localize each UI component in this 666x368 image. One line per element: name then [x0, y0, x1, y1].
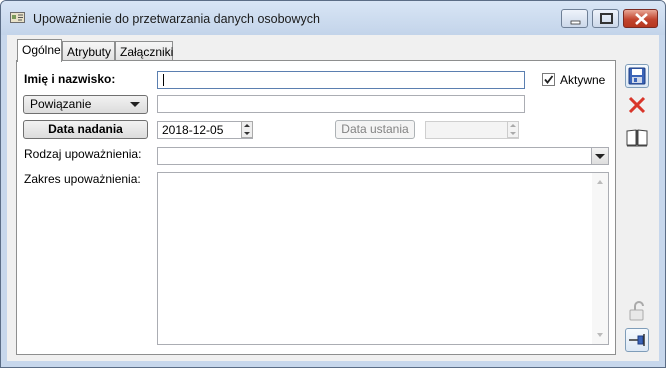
maximize-icon — [600, 13, 613, 24]
chevron-down-icon — [130, 102, 140, 107]
active-label: Aktywne — [560, 73, 606, 87]
minimize-button[interactable] — [561, 9, 588, 28]
expiry-date-input[interactable] — [425, 121, 519, 139]
grant-date-spinner-icon[interactable] — [241, 121, 253, 138]
type-dropdown-button[interactable] — [591, 148, 608, 164]
name-label: Imię i nazwisko: — [24, 72, 116, 86]
title-bar[interactable]: Upoważnienie do przetwarzania danych oso… — [1, 1, 665, 35]
lock-button[interactable] — [625, 299, 649, 323]
delete-button[interactable] — [625, 93, 649, 117]
close-icon — [635, 13, 648, 25]
save-button[interactable] — [625, 64, 649, 88]
text-cursor — [163, 74, 164, 86]
tab-attributes[interactable]: Atrybuty — [62, 41, 115, 60]
grant-date-input[interactable]: 2018-12-05 — [157, 121, 253, 139]
link-input[interactable] — [157, 95, 525, 113]
form-panel: Imię i nazwisko: Aktywne Powiązanie Data… — [16, 60, 616, 355]
tab-attachments[interactable]: Załączniki — [115, 41, 173, 60]
dialog-window: Upoważnienie do przetwarzania danych oso… — [0, 0, 666, 368]
book-icon — [626, 129, 648, 147]
app-icon — [10, 12, 25, 23]
link-dropdown-button[interactable]: Powiązanie — [23, 95, 148, 114]
scroll-arrows-icon — [597, 180, 603, 337]
link-dropdown-label: Powiązanie — [30, 97, 92, 111]
tab-general[interactable]: Ogólne — [17, 39, 62, 62]
pin-button[interactable] — [625, 328, 649, 352]
delete-icon — [628, 96, 646, 114]
lock-icon — [629, 301, 644, 321]
scope-textarea[interactable] — [157, 172, 609, 345]
scrollbar[interactable] — [592, 173, 608, 344]
scope-label: Zakres upoważnienia: — [24, 172, 141, 186]
name-input[interactable] — [157, 71, 525, 89]
expiry-date-button[interactable]: Data ustania — [335, 120, 415, 139]
chevron-down-icon — [595, 154, 605, 159]
save-icon — [628, 67, 646, 85]
close-button[interactable] — [623, 9, 658, 28]
window-title: Upoważnienie do przetwarzania danych oso… — [33, 12, 320, 26]
client-area: Ogólne Atrybuty Załączniki Imię i nazwis… — [7, 35, 659, 361]
pin-icon — [629, 334, 645, 346]
type-label: Rodzaj upoważnienia: — [24, 147, 142, 161]
book-button[interactable] — [625, 125, 649, 149]
checkmark-icon — [544, 75, 554, 84]
maximize-button[interactable] — [592, 9, 619, 28]
grant-date-button[interactable]: Data nadania — [23, 120, 148, 139]
active-checkbox[interactable] — [542, 73, 555, 86]
type-combobox[interactable] — [157, 147, 609, 165]
expiry-date-spinner-icon[interactable] — [507, 121, 519, 138]
grant-date-value: 2018-12-05 — [162, 123, 224, 137]
minimize-icon — [570, 20, 581, 25]
